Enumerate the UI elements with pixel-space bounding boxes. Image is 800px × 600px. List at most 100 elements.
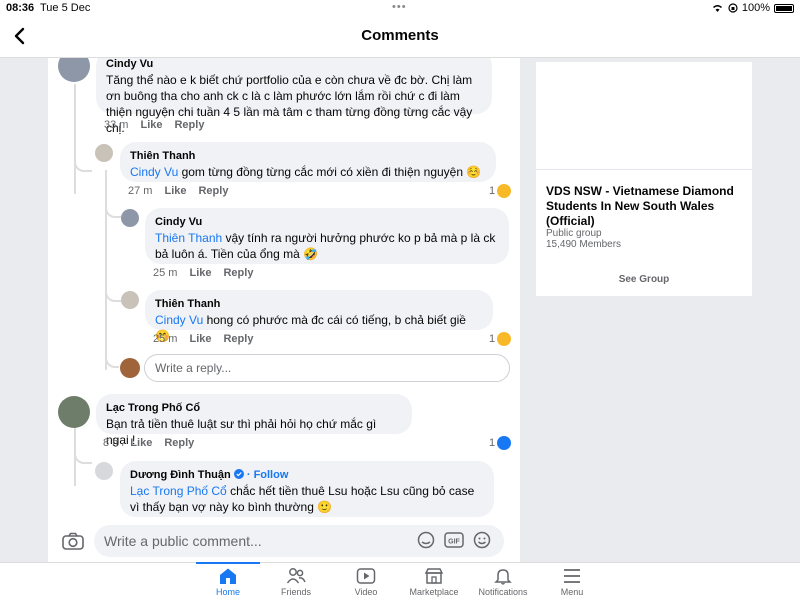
like-button[interactable]: Like — [164, 185, 186, 197]
tab-notifications[interactable]: Notifications — [471, 565, 535, 600]
group-members: 15,490 Members — [546, 239, 622, 250]
comment-text: gom từng đồng từng cắc mới có xiền đi th… — [178, 165, 482, 179]
status-bar: 08:36 Tue 5 Dec ••• 100% — [0, 0, 800, 16]
mention-link[interactable]: Lạc Trong Phố Cổ — [130, 484, 227, 498]
my-avatar — [120, 358, 140, 378]
comment-author[interactable]: Thiên Thanh — [155, 296, 483, 312]
gif-icon[interactable]: GIF — [444, 531, 464, 549]
like-reaction-icon — [497, 436, 512, 450]
video-icon — [356, 568, 376, 584]
haha-reaction-icon — [497, 184, 512, 198]
comment-actions: 33 m Like Reply — [104, 119, 204, 131]
svg-text:GIF: GIF — [448, 539, 460, 546]
tab-friends[interactable]: Friends — [264, 565, 328, 600]
comment-actions: 25 m Like Reply — [153, 267, 253, 279]
comment-time: 25 m — [153, 333, 178, 345]
reply-button[interactable]: Reply — [198, 185, 228, 197]
verified-badge-icon — [233, 469, 244, 479]
comment-bubble: Dương Đình Thuận · Follow Lạc Trong Phố … — [120, 461, 494, 517]
group-card[interactable]: VDS NSW - Vietnamese Diamond Students In… — [536, 62, 752, 296]
comment-author[interactable]: Cindy Vu — [106, 58, 482, 72]
sticker-icon[interactable] — [416, 531, 436, 549]
like-button[interactable]: Like — [130, 437, 152, 449]
comments-feed[interactable]: Cindy Vu Tăng thể nào e k biết chứ portf… — [48, 58, 520, 528]
tab-label: Video — [354, 587, 378, 597]
comment-time: 8 h — [103, 437, 119, 449]
reply-input[interactable]: Write a reply... — [144, 354, 510, 382]
tab-video[interactable]: Video — [334, 565, 398, 600]
comment-bubble: Thiên Thanh Cindy Vu hong có phước mà đc… — [145, 290, 493, 343]
comment-actions: 8 h Like Reply — [103, 437, 194, 449]
tab-label: Marketplace — [409, 587, 459, 597]
follow-button[interactable]: · Follow — [247, 469, 289, 481]
reaction-number: 1 — [489, 437, 496, 449]
thread-line — [74, 84, 76, 194]
reply-button[interactable]: Reply — [164, 437, 194, 449]
reply-button[interactable]: Reply — [223, 267, 253, 279]
status-date: Tue 5 Dec — [40, 2, 91, 14]
reaction-count[interactable]: 1 — [489, 436, 512, 450]
comments-header: Comments — [0, 16, 800, 58]
avatar[interactable] — [95, 144, 113, 162]
like-button[interactable]: Like — [140, 119, 162, 131]
multitask-dots-icon[interactable]: ••• — [392, 1, 407, 13]
reaction-number: 1 — [489, 185, 496, 197]
mention-link[interactable]: Cindy Vu — [155, 313, 203, 327]
reply-button[interactable]: Reply — [223, 333, 253, 345]
avatar[interactable] — [58, 396, 90, 428]
tab-bar: Home Friends Video Marketplace Notificat… — [0, 562, 800, 600]
see-group-button[interactable]: See Group — [536, 274, 752, 285]
comment-actions: 27 m Like Reply — [128, 185, 228, 197]
like-button[interactable]: Like — [189, 333, 211, 345]
avatar[interactable] — [58, 58, 90, 82]
comment-author: Dương Đình Thuận · Follow — [130, 467, 484, 483]
author-name[interactable]: Dương Đình Thuận — [130, 469, 231, 481]
group-cover — [536, 62, 752, 170]
avatar[interactable] — [95, 462, 113, 480]
comment-time: 27 m — [128, 185, 153, 197]
menu-icon — [564, 569, 580, 583]
tab-label: Menu — [560, 587, 584, 597]
mention-link[interactable]: Thiên Thanh — [155, 231, 222, 245]
thread-connector — [74, 158, 92, 172]
group-name[interactable]: VDS NSW - Vietnamese Diamond Students In… — [546, 184, 746, 229]
reaction-count[interactable]: 1 — [489, 184, 512, 198]
battery-icon — [774, 3, 794, 13]
thread-connector — [105, 288, 121, 302]
avatar[interactable] — [121, 209, 139, 227]
thread-connector — [105, 204, 121, 218]
mention-link[interactable]: Cindy Vu — [130, 165, 178, 179]
comment-bubble: Cindy Vu Thiên Thanh vậy tính ra người h… — [145, 208, 509, 264]
comment-input[interactable]: Write a public comment... — [94, 525, 504, 557]
bell-icon — [494, 569, 512, 585]
comment-bubble: Cindy Vu Tăng thể nào e k biết chứ portf… — [96, 58, 492, 135]
camera-icon[interactable] — [62, 532, 84, 550]
comment-author[interactable]: Thiên Thanh — [130, 148, 486, 164]
reply-button[interactable]: Reply — [174, 119, 204, 131]
group-type: Public group — [546, 228, 602, 239]
comment-time: 33 m — [104, 119, 129, 131]
comment-author[interactable]: Lạc Trong Phố Cổ — [106, 400, 402, 416]
like-button[interactable]: Like — [189, 267, 211, 279]
wifi-icon — [712, 5, 722, 12]
tab-label: Friends — [280, 587, 311, 597]
reaction-count[interactable]: 1 — [489, 332, 512, 346]
avatar[interactable] — [121, 291, 139, 309]
rotation-lock-icon — [728, 3, 738, 13]
tab-label: Notifications — [478, 587, 528, 597]
comment-actions: 25 m Like Reply — [153, 333, 253, 345]
home-icon — [220, 568, 236, 584]
tab-menu[interactable]: Menu — [540, 565, 604, 600]
status-right: 100% — [711, 2, 794, 14]
comment-bubble: Thiên Thanh Cindy Vu gom từng đồng từng … — [120, 142, 496, 182]
thread-connector — [105, 352, 119, 368]
tab-marketplace[interactable]: Marketplace — [402, 565, 466, 600]
emoji-icon[interactable] — [472, 531, 492, 549]
reaction-number: 1 — [489, 333, 496, 345]
battery-percent: 100% — [741, 2, 770, 14]
comment-author[interactable]: Cindy Vu — [155, 214, 499, 230]
page-title: Comments — [361, 27, 439, 44]
marketplace-icon — [424, 568, 444, 584]
tab-home[interactable]: Home — [196, 562, 260, 600]
status-time: 08:36 — [6, 2, 35, 14]
